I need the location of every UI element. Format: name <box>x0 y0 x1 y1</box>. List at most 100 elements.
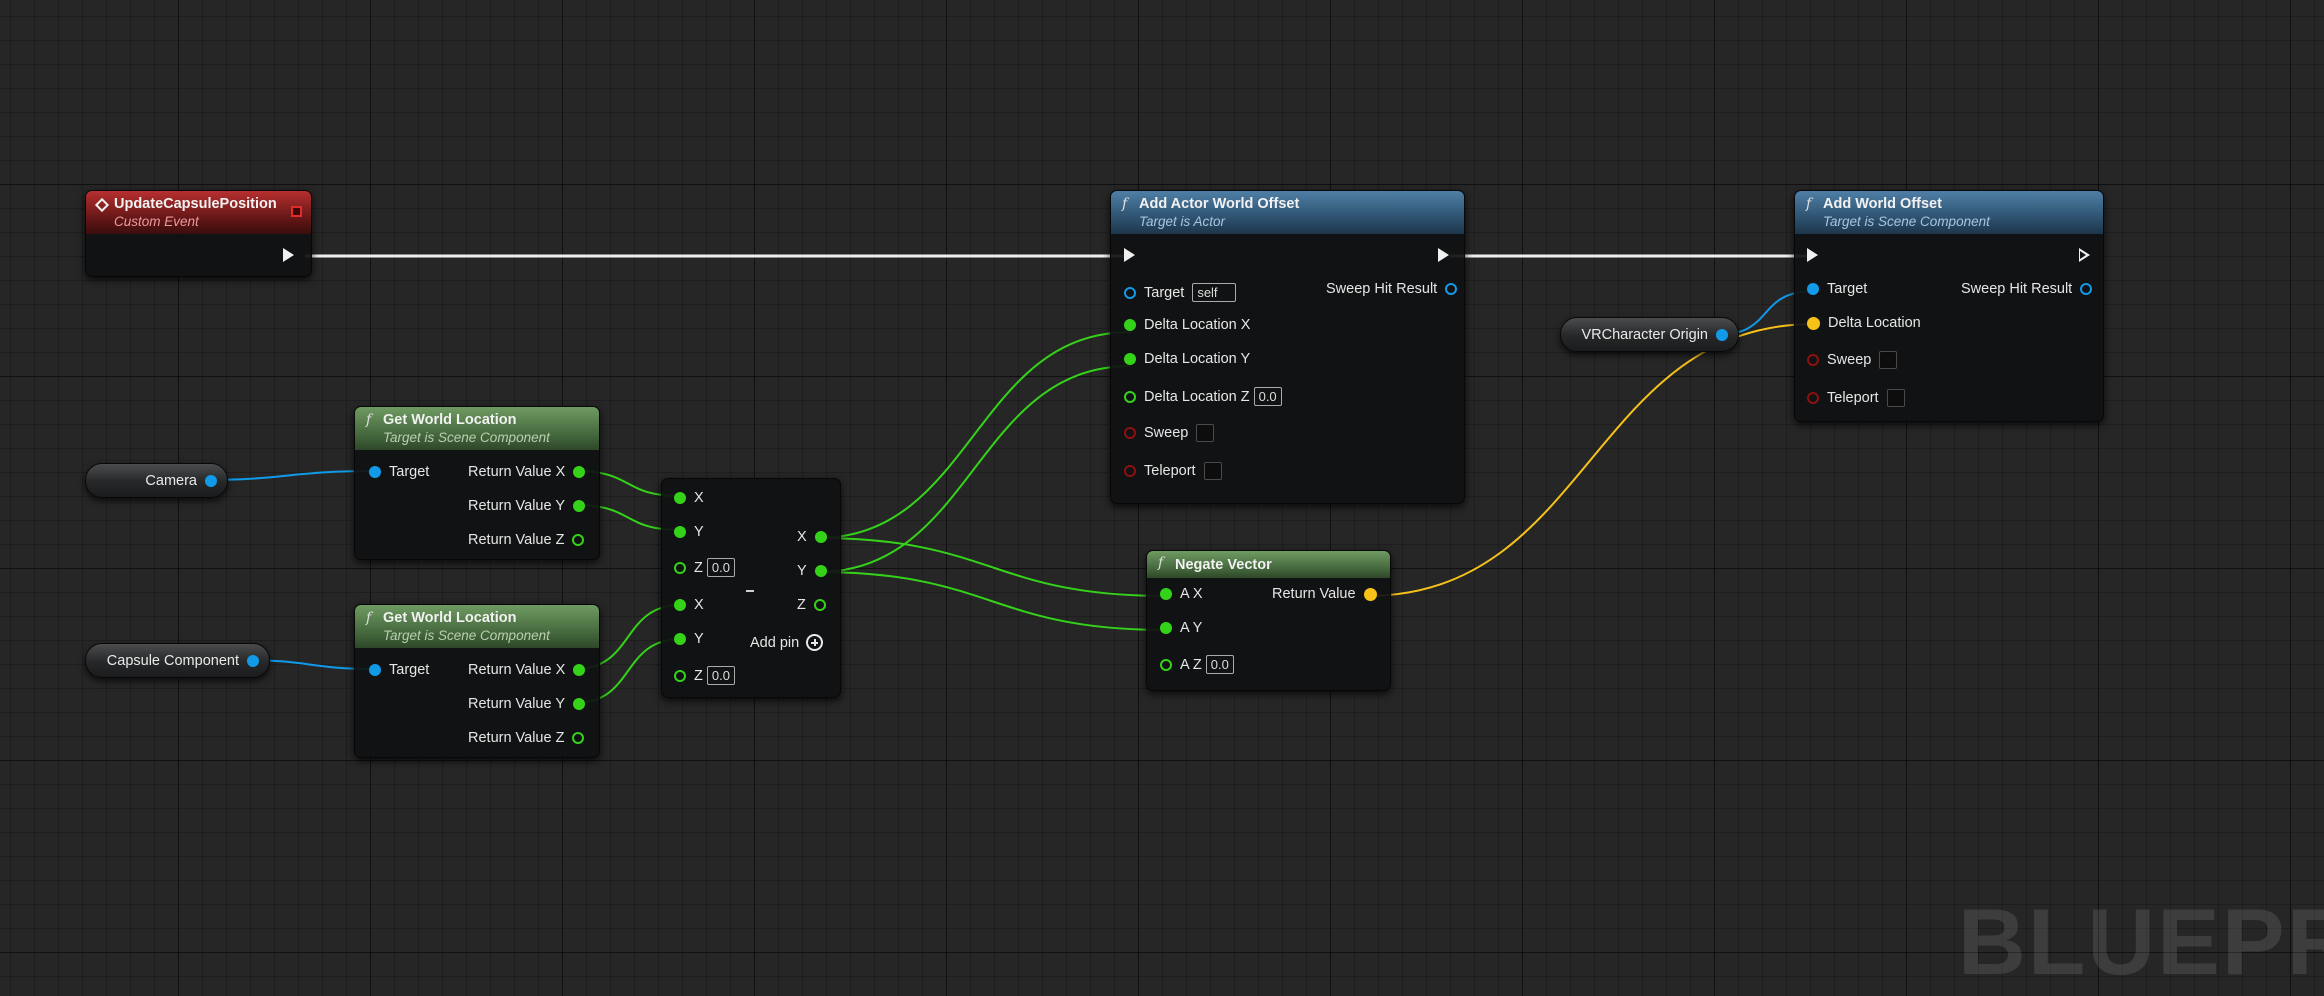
target-pin-row[interactable]: Target <box>1807 281 1875 297</box>
float-pin[interactable] <box>573 466 586 478</box>
add-world-offset-node[interactable]: f Add World Offset Target is Scene Compo… <box>1794 190 2104 422</box>
exec-out-pin[interactable] <box>1438 248 1449 262</box>
sweep-hit-result-pin-row[interactable]: Sweep Hit Result <box>1318 281 1458 297</box>
return-y-pin-row[interactable]: Return Value Y <box>460 498 585 514</box>
add-pin-button[interactable]: Add pin <box>750 634 824 651</box>
float-pin[interactable] <box>674 599 686 611</box>
target-default-field[interactable]: self <box>1192 283 1237 302</box>
delta-location-y-pin-row[interactable]: Delta Location Y <box>1124 351 1258 367</box>
float-pin[interactable] <box>573 500 585 512</box>
float-pin[interactable] <box>674 526 686 538</box>
float-pin[interactable] <box>674 492 686 504</box>
subtract-floats-node[interactable]: X Y Z 0.0 X Y Z 0.0 X Y Z Add pin <box>661 478 841 698</box>
event-node-update-capsule-position[interactable]: UpdateCapsulePosition Custom Event <box>85 190 312 277</box>
input-x2-pin-row[interactable]: X <box>674 597 712 613</box>
teleport-pin-row[interactable]: Teleport <box>1807 389 1905 407</box>
sweep-pin-row[interactable]: Sweep <box>1807 351 1898 369</box>
struct-pin[interactable] <box>2080 283 2093 295</box>
float-pin[interactable] <box>1124 390 1136 403</box>
float-pin[interactable] <box>813 599 826 611</box>
object-pin[interactable] <box>369 466 381 478</box>
input-z2-pin-row[interactable]: Z 0.0 <box>674 666 735 685</box>
return-z-pin-row[interactable]: Return Value Z <box>460 532 585 548</box>
input-z-pin-row[interactable]: Z 0.0 <box>674 558 735 577</box>
output-x-pin-row[interactable]: X <box>789 529 827 545</box>
bool-pin[interactable] <box>1807 392 1819 404</box>
object-pin[interactable] <box>1807 283 1819 295</box>
add-actor-world-offset-node[interactable]: f Add Actor World Offset Target is Actor… <box>1110 190 1465 504</box>
input-y-pin-row[interactable]: Y <box>674 524 712 540</box>
output-z-pin-row[interactable]: Z <box>789 597 826 613</box>
bool-pin[interactable] <box>1807 354 1819 366</box>
struct-pin[interactable] <box>1445 283 1458 295</box>
camera-variable[interactable]: Camera <box>85 463 228 498</box>
object-pin[interactable] <box>369 664 381 676</box>
return-x-pin-row[interactable]: Return Value X <box>460 662 586 678</box>
a-y-pin-row[interactable]: A Y <box>1160 620 1210 636</box>
event-delegate-pin[interactable] <box>291 206 302 217</box>
float-pin[interactable] <box>572 732 585 744</box>
float-pin[interactable] <box>573 698 585 710</box>
return-z-pin-row[interactable]: Return Value Z <box>460 730 585 746</box>
float-pin[interactable] <box>1160 588 1172 600</box>
sweep-hit-result-pin-row[interactable]: Sweep Hit Result <box>1953 281 2093 297</box>
object-pin[interactable] <box>1124 286 1136 299</box>
vr-character-origin-variable[interactable]: VRCharacter Origin <box>1560 317 1739 352</box>
float-pin[interactable] <box>674 561 686 574</box>
delta-location-x-pin-row[interactable]: Delta Location X <box>1124 317 1258 333</box>
float-pin[interactable] <box>572 534 585 546</box>
target-pin-row[interactable]: Target <box>369 464 437 480</box>
sweep-pin-row[interactable]: Sweep <box>1124 424 1215 442</box>
wire-sub-x-to-delta-x[interactable] <box>816 331 1132 539</box>
return-x-pin-row[interactable]: Return Value X <box>460 464 586 480</box>
delta-location-z-pin-row[interactable]: Delta Location Z 0.0 <box>1124 387 1282 406</box>
object-pin[interactable] <box>1716 328 1728 341</box>
vector-pin[interactable] <box>1807 316 1820 330</box>
teleport-pin-row[interactable]: Teleport <box>1124 462 1222 480</box>
float-pin[interactable] <box>1160 622 1172 634</box>
exec-out-pin[interactable] <box>283 248 294 262</box>
wire-sub-x-to-negate-ax[interactable] <box>816 537 1167 597</box>
input-x-pin-row[interactable]: X <box>674 490 712 506</box>
output-y-pin-row[interactable]: Y <box>789 563 827 579</box>
return-value-pin-row[interactable]: Return Value <box>1264 586 1377 602</box>
teleport-checkbox[interactable] <box>1886 389 1905 407</box>
float-pin[interactable] <box>1124 319 1136 331</box>
wire-sub-y-to-delta-y[interactable] <box>816 365 1132 573</box>
delta-z-field[interactable]: 0.0 <box>1253 387 1282 406</box>
a-z-pin-row[interactable]: A Z 0.0 <box>1160 655 1234 674</box>
float-pin[interactable] <box>1124 353 1136 365</box>
a-z-default-field[interactable]: 0.0 <box>1205 655 1234 674</box>
return-y-pin-row[interactable]: Return Value Y <box>460 696 585 712</box>
negate-vector-node[interactable]: f Negate Vector A X A Y A Z 0.0 Return V… <box>1146 550 1391 691</box>
float-pin[interactable] <box>814 531 827 543</box>
target-pin-row[interactable]: Target <box>369 662 437 678</box>
float-pin[interactable] <box>674 669 686 682</box>
object-pin[interactable] <box>205 474 217 487</box>
bool-pin[interactable] <box>1124 465 1136 477</box>
capsule-component-variable[interactable]: Capsule Component <box>85 643 270 678</box>
a-x-pin-row[interactable]: A X <box>1160 586 1211 602</box>
teleport-checkbox[interactable] <box>1203 462 1222 480</box>
float-pin[interactable] <box>573 664 586 676</box>
get-world-location-camera-node[interactable]: f Get World Location Target is Scene Com… <box>354 406 600 560</box>
exec-in-pin[interactable] <box>1807 248 1818 262</box>
float-pin[interactable] <box>674 633 686 645</box>
vector-pin[interactable] <box>1363 587 1377 601</box>
input-y2-pin-row[interactable]: Y <box>674 631 712 647</box>
object-pin[interactable] <box>247 654 259 667</box>
sweep-checkbox[interactable] <box>1879 351 1898 369</box>
z2-default-field[interactable]: 0.0 <box>706 666 735 685</box>
delta-location-pin-row[interactable]: Delta Location <box>1807 315 1929 331</box>
sweep-checkbox[interactable] <box>1196 424 1215 442</box>
float-pin[interactable] <box>1160 658 1172 671</box>
float-pin[interactable] <box>814 565 827 577</box>
pin-label: X <box>694 597 704 613</box>
exec-in-pin[interactable] <box>1124 248 1135 262</box>
bool-pin[interactable] <box>1124 427 1136 439</box>
wire-sub-y-to-negate-ay[interactable] <box>816 571 1167 631</box>
target-pin-row[interactable]: Target self <box>1124 283 1237 302</box>
get-world-location-capsule-node[interactable]: f Get World Location Target is Scene Com… <box>354 604 600 758</box>
exec-out-pin[interactable] <box>2079 248 2090 262</box>
z-default-field[interactable]: 0.0 <box>706 558 735 577</box>
